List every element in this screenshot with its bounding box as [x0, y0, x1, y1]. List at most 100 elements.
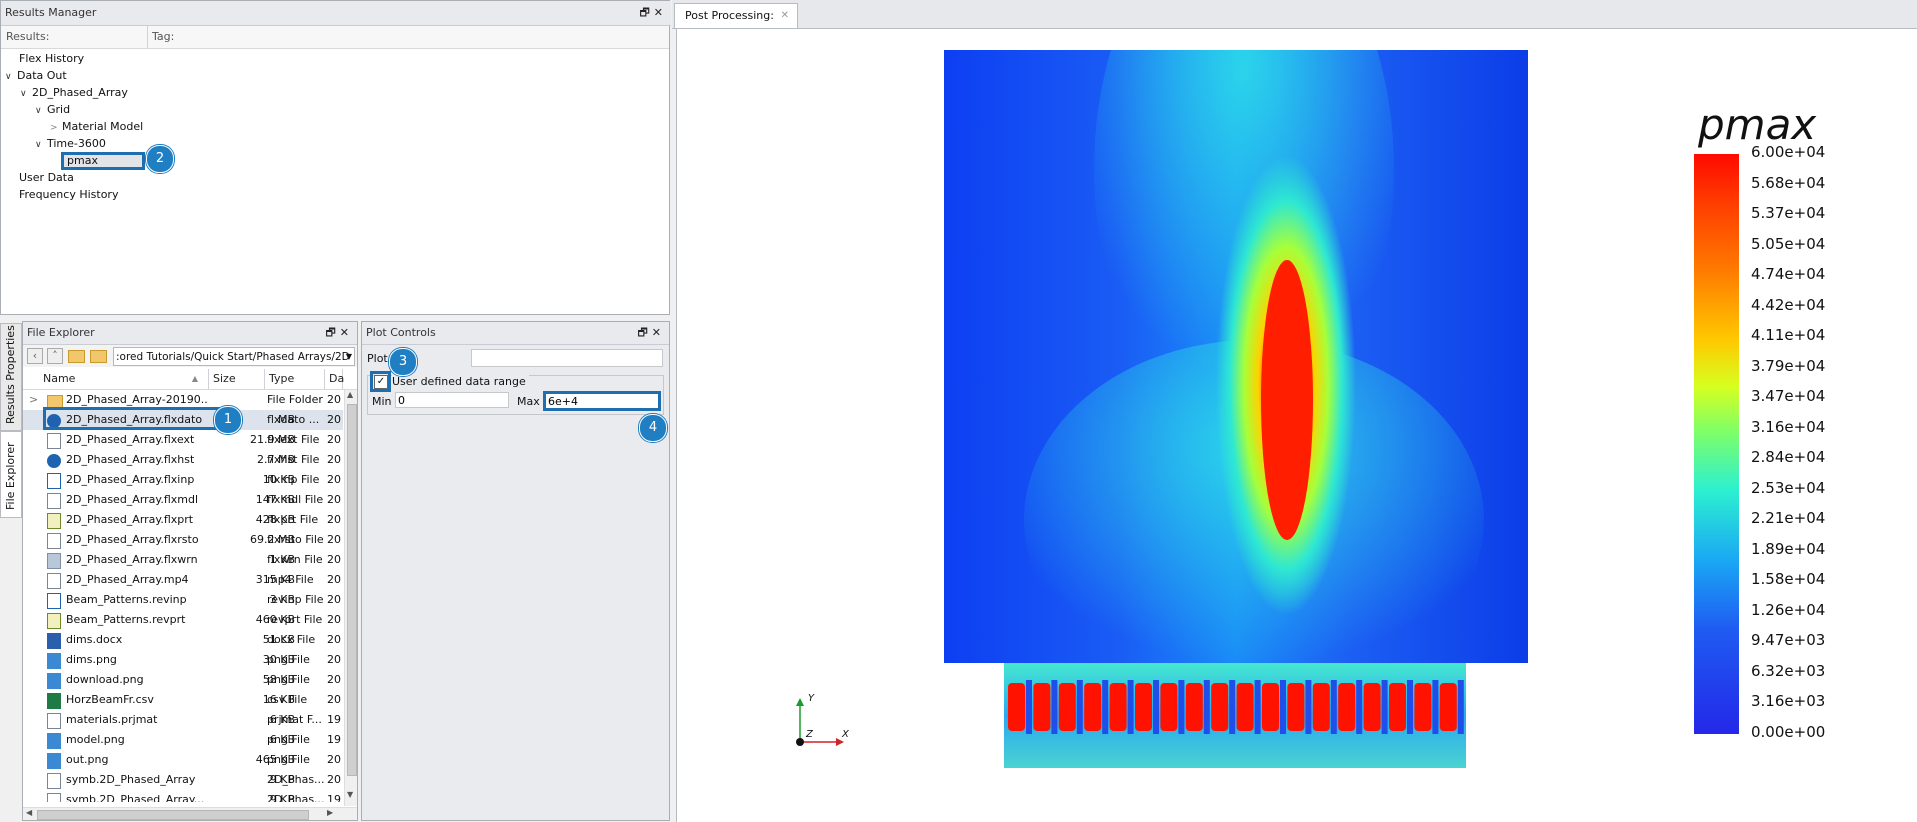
horizontal-scrollbar[interactable]: ◀ ▶	[23, 807, 357, 820]
file-row[interactable]: out.png 465 KB png File 20	[23, 750, 343, 770]
file-row[interactable]: 2D_Phased_Array.flxmdl 147 KB flxmdl File 2…	[23, 490, 343, 510]
up-icon[interactable]: ˄	[47, 348, 63, 364]
file-name: 2D_Phased_Array.flxrsto	[66, 533, 199, 546]
close-icon[interactable]: ✕	[340, 326, 353, 339]
chevron-down-icon[interactable]: ∨	[20, 86, 32, 103]
restore-icon[interactable]: 🗗	[325, 326, 339, 339]
file-name: 2D_Phased_Array.flxinp	[66, 473, 195, 486]
color-scale-bar	[1694, 154, 1739, 734]
tab-file-explorer[interactable]: File Explorer	[0, 431, 22, 518]
vertical-scrollbar[interactable]: ▲ ▼	[344, 390, 357, 806]
scroll-up-icon[interactable]: ▲	[347, 390, 353, 399]
close-icon[interactable]: ✕	[654, 6, 667, 19]
legend-tick-label: 3.79e+04	[1751, 356, 1826, 375]
file-row[interactable]: 2D_Phased_Array.flxwrn 1 KB flxwrn File 20	[23, 550, 343, 570]
scroll-right-icon[interactable]: ▶	[327, 808, 333, 817]
min-input[interactable]	[395, 392, 509, 408]
file-row[interactable]: 2D_Phased_Array.mp4 315 KB mp4 File 20	[23, 570, 343, 590]
file-row[interactable]: download.png 58 KB png File 20	[23, 670, 343, 690]
chevron-down-icon[interactable]: ∨	[5, 69, 17, 86]
file-name: symb.2D_Phased_Array...	[66, 793, 205, 802]
file-date: 20	[327, 433, 341, 446]
file-row[interactable]: model.png 6 KB png File 19	[23, 730, 343, 750]
plot-field[interactable]	[471, 349, 663, 367]
element-gap	[1381, 680, 1388, 734]
legend-tick-label: 1.58e+04	[1751, 570, 1826, 588]
legend-tick-label: 2.84e+04	[1751, 448, 1826, 466]
column-name[interactable]: Name ▲	[23, 369, 209, 389]
chevron-right-icon[interactable]: >	[29, 390, 38, 410]
horizontal-scrollbar-thumb[interactable]	[37, 810, 309, 820]
restore-icon[interactable]: 🗗	[637, 326, 651, 339]
tab-results-properties[interactable]: Results Properties	[0, 323, 22, 431]
close-icon[interactable]: ✕	[652, 326, 665, 339]
tag-column-header[interactable]: Tag:	[152, 30, 174, 43]
file-row[interactable]: materials.prjmat 6 KB prjmat F... 19	[23, 710, 343, 730]
tree-item-grid[interactable]: ∨ Grid	[35, 101, 70, 118]
file-row[interactable]: 2D_Phased_Array.flxhst 2.7 MB flxhst File 2…	[23, 450, 343, 470]
tree-item-frequency-history[interactable]: Frequency History	[19, 186, 118, 203]
file-name: dims.docx	[66, 633, 123, 646]
tree-item-pmax[interactable]: pmax	[61, 152, 145, 170]
chevron-down-icon[interactable]: ∨	[35, 103, 47, 120]
max-input[interactable]	[543, 391, 661, 411]
tree-item-data-out[interactable]: ∨ Data Out	[5, 67, 67, 84]
restore-icon[interactable]: 🗗	[639, 6, 653, 19]
file-row[interactable]: 2D_Phased_Array.flxrsto 69.2 MB flxrsto Fi…	[23, 530, 343, 550]
file-name: 2D_Phased_Array.flxprt	[66, 513, 194, 526]
file-row[interactable]: 2D_Phased_Array.flxprt 428 KB flxprt File 2…	[23, 510, 343, 530]
file-name: 2D_Phased_Array.flxhst	[66, 453, 195, 466]
scroll-left-icon[interactable]: ◀	[26, 808, 32, 817]
back-icon[interactable]: ‹	[27, 348, 43, 364]
results-column-header[interactable]: Results:	[6, 30, 49, 43]
panel-window-controls[interactable]: 🗗✕	[325, 322, 353, 344]
panel-window-controls[interactable]: 🗗✕	[639, 1, 667, 25]
tab-post-processing[interactable]: Post Processing: ✕	[674, 3, 798, 28]
element-gap	[1051, 680, 1058, 734]
file-type: flxrsto File	[267, 533, 324, 546]
axis-z-label: Z	[806, 729, 813, 740]
file-row[interactable]: 2D_Phased_Array.flxext 21.9 MB flxext File…	[23, 430, 343, 450]
file-date: 20	[327, 553, 341, 566]
new-folder-icon[interactable]	[68, 350, 85, 363]
scroll-down-icon[interactable]: ▼	[347, 790, 353, 799]
file-row[interactable]: symb.2D_Phased_Array 9 KB 2D_Phas... 20	[23, 770, 343, 790]
dropdown-arrow-icon[interactable]: ▼	[346, 348, 352, 365]
file-row[interactable]: dims.png 30 KB png File 20	[23, 650, 343, 670]
results-manager-panel: Results Manager 🗗✕ Results: Tag: Flex Hi…	[0, 0, 671, 315]
tree-item-2d-phased-array[interactable]: ∨ 2D_Phased_Array	[20, 84, 128, 101]
file-row[interactable]: 2D_Phased_Array.flxinp 10 KB flxinp File 20	[23, 470, 343, 490]
column-type[interactable]: Type	[265, 369, 325, 389]
chevron-down-icon[interactable]: ∨	[35, 137, 47, 154]
file-type: flxprt File	[267, 513, 319, 526]
open-folder-icon[interactable]	[90, 350, 107, 363]
file-row[interactable]: Beam_Patterns.revinp 3 KB revinp File 20	[23, 590, 343, 610]
element-gap	[1305, 680, 1312, 734]
file-row[interactable]: symb.2D_Phased_Array... 9 KB 2D_Phas... 19	[23, 790, 343, 802]
column-date[interactable]: Da	[325, 369, 344, 389]
column-size[interactable]: Size	[209, 369, 265, 389]
tree-item-user-data[interactable]: User Data	[19, 169, 74, 186]
scrollbar-thumb[interactable]	[347, 404, 357, 776]
panel-window-controls[interactable]: 🗗✕	[637, 322, 665, 344]
file-row[interactable]: Beam_Patterns.revprt 460 KB revprt File 20	[23, 610, 343, 630]
transducer-element	[1033, 683, 1051, 731]
file-row[interactable]: dims.docx 51 KB docx File 20	[23, 630, 343, 650]
transducer-element	[1312, 683, 1330, 731]
tree-item-time-3600[interactable]: ∨ Time-3600	[35, 135, 106, 152]
legend-tick-label: 3.16e+04	[1751, 417, 1826, 436]
file-type: 2D_Phas...	[267, 793, 325, 802]
tab-close-icon[interactable]: ✕	[781, 4, 789, 28]
path-field[interactable]: :ored Tutorials/Quick Start/Phased Array…	[113, 347, 355, 366]
tree-item-material-model[interactable]: > Material Model	[50, 118, 143, 135]
results-header-row: Results: Tag:	[1, 26, 669, 49]
file-name: HorzBeamFr.csv	[66, 693, 154, 706]
file-row[interactable]: HorzBeamFr.csv 16 KB csv File 20	[23, 690, 343, 710]
file-type: mp4 File	[267, 573, 314, 586]
legend-tick-label: 5.37e+04	[1751, 204, 1826, 222]
image-icon	[47, 673, 61, 689]
tree-item-flex-history[interactable]: Flex History	[19, 50, 84, 67]
legend-title: pmax	[1698, 100, 1817, 149]
plot-label: Plot	[367, 352, 388, 365]
legend-tick-label: 1.89e+04	[1751, 539, 1826, 558]
